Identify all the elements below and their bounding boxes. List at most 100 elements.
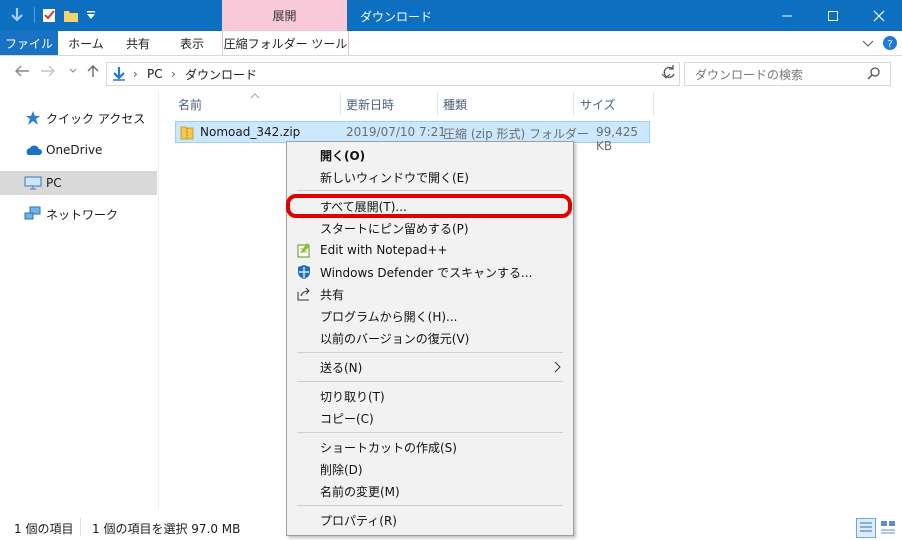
search-input[interactable]: ダウンロードの検索	[684, 62, 891, 86]
menu-label: 名前の変更(M)	[320, 484, 400, 499]
menu-separator	[297, 352, 563, 353]
column-type[interactable]: 種類	[443, 92, 467, 116]
menu-label: スタートにピン留めする(P)	[320, 221, 469, 236]
column-divider[interactable]	[653, 92, 654, 116]
menu-send-to[interactable]: 送る(N)	[287, 356, 573, 378]
file-type: 圧縮 (zip 形式) フォルダー	[443, 127, 590, 141]
menu-create-shortcut[interactable]: ショートカットの作成(S)	[287, 436, 573, 458]
nav-label: クイック アクセス	[46, 111, 146, 126]
pane-divider[interactable]	[158, 90, 159, 510]
column-size[interactable]: サイズ	[580, 92, 616, 116]
status-divider	[80, 518, 81, 536]
downloads-icon	[111, 66, 127, 85]
navigation-pane: クイック アクセス OneDrive PC ネットワーク	[0, 90, 158, 510]
window-title: ダウンロード	[360, 10, 433, 24]
close-button[interactable]	[856, 0, 902, 31]
file-size: 99,425 KB	[596, 125, 638, 153]
title-bar: 展開 ダウンロード	[0, 0, 902, 31]
share-icon	[295, 285, 313, 303]
file-modified: 2019/07/10 7:21	[346, 125, 446, 139]
up-arrow-icon[interactable]	[86, 64, 100, 82]
tab-share[interactable]: 共有	[114, 31, 162, 55]
menu-label: 切り取り(T)	[320, 389, 385, 404]
annotation-highlight-ring	[286, 194, 572, 218]
menu-label: 共有	[320, 287, 345, 302]
sort-ascending-icon	[250, 88, 260, 102]
menu-separator	[297, 190, 563, 191]
column-divider[interactable]	[573, 92, 574, 116]
file-name[interactable]: Nomoad_342.zip	[200, 125, 300, 139]
menu-label: 新しいウィンドウで開く(E)	[320, 170, 469, 185]
menu-label: プロパティ(R)	[320, 513, 397, 528]
item-count: 1 個の項目	[14, 522, 74, 536]
maximize-button[interactable]	[810, 0, 856, 31]
column-modified[interactable]: 更新日時	[346, 92, 394, 116]
menu-label: 送る(N)	[320, 360, 363, 375]
menu-rename[interactable]: 名前の変更(M)	[287, 480, 573, 502]
forward-arrow-icon[interactable]	[40, 64, 56, 82]
details-view-icon[interactable]	[856, 518, 876, 538]
cloud-icon	[24, 142, 42, 158]
network-icon	[24, 206, 42, 222]
address-bar[interactable]: › PC › ダウンロード	[106, 62, 680, 86]
tab-view[interactable]: 表示	[166, 31, 218, 55]
column-divider[interactable]	[437, 92, 438, 116]
column-name[interactable]: 名前	[178, 92, 202, 116]
menu-defender-scan[interactable]: Windows Defender でスキャンする...	[287, 261, 573, 283]
ribbon-tabs: ファイル ホーム 共有 表示 圧縮フォルダー ツール ?	[0, 31, 902, 56]
minimize-button[interactable]	[764, 0, 810, 31]
menu-label: 以前のバージョンの復元(V)	[320, 331, 470, 346]
svg-text:?: ?	[887, 39, 892, 50]
menu-label: 削除(D)	[320, 462, 363, 477]
menu-label: Edit with Notepad++	[320, 243, 448, 257]
menu-label: Windows Defender でスキャンする...	[320, 265, 533, 280]
windows-defender-icon	[295, 263, 313, 281]
zip-folder-icon	[180, 124, 194, 143]
properties-icon[interactable]	[40, 6, 58, 24]
file-row-selected[interactable]: Nomoad_342.zip 2019/07/10 7:21 圧縮 (zip 形…	[175, 121, 650, 153]
submenu-arrow-icon	[553, 361, 561, 376]
nav-quick-access[interactable]: クイック アクセス	[0, 106, 157, 130]
menu-separator	[297, 432, 563, 433]
nav-label: ネットワーク	[46, 207, 119, 222]
separator	[32, 6, 36, 24]
tab-compressed-folder-tools[interactable]: 圧縮フォルダー ツール	[222, 31, 349, 55]
menu-open[interactable]: 開く(O)	[287, 144, 573, 166]
menu-copy[interactable]: コピー(C)	[287, 407, 573, 429]
menu-label: ショートカットの作成(S)	[320, 440, 457, 455]
large-icons-view-icon[interactable]	[880, 519, 896, 538]
address-row: › PC › ダウンロード ダウンロードの検索	[0, 56, 902, 90]
menu-restore-previous-versions[interactable]: 以前のバージョンの復元(V)	[287, 327, 573, 349]
breadcrumb-separator-icon: ›	[133, 67, 138, 81]
menu-separator	[297, 381, 563, 382]
new-folder-icon[interactable]	[62, 6, 80, 24]
menu-edit-notepadpp[interactable]: Edit with Notepad++	[287, 239, 573, 261]
menu-pin-to-start[interactable]: スタートにピン留めする(P)	[287, 217, 573, 239]
nav-onedrive[interactable]: OneDrive	[0, 138, 157, 162]
menu-delete[interactable]: 削除(D)	[287, 458, 573, 480]
menu-cut[interactable]: 切り取り(T)	[287, 385, 573, 407]
menu-label: 開く(O)	[320, 148, 366, 163]
nav-label: OneDrive	[46, 143, 103, 157]
menu-share[interactable]: 共有	[287, 283, 573, 305]
refresh-icon[interactable]	[662, 64, 676, 83]
nav-label: PC	[46, 176, 62, 190]
star-icon	[24, 110, 42, 126]
nav-pc[interactable]: PC	[0, 171, 157, 195]
contextual-tab-extract[interactable]: 展開	[222, 0, 347, 31]
help-icon[interactable]: ?	[882, 35, 898, 54]
menu-open-new-window[interactable]: 新しいウィンドウで開く(E)	[287, 166, 573, 188]
ribbon-expand-icon[interactable]	[862, 37, 874, 51]
menu-properties[interactable]: プロパティ(R)	[287, 509, 573, 531]
customize-quick-access-icon[interactable]	[84, 6, 98, 24]
nav-network[interactable]: ネットワーク	[0, 202, 157, 226]
tab-home[interactable]: ホーム	[62, 31, 110, 55]
menu-open-with[interactable]: プログラムから開く(H)...	[287, 305, 573, 327]
recent-locations-icon[interactable]	[68, 64, 78, 82]
tab-file[interactable]: ファイル	[0, 31, 58, 55]
menu-label: コピー(C)	[320, 411, 374, 426]
breadcrumb-downloads[interactable]: ダウンロード	[185, 66, 257, 83]
breadcrumb-pc[interactable]: PC	[147, 67, 163, 81]
column-divider[interactable]	[340, 92, 341, 116]
back-arrow-icon[interactable]	[14, 64, 30, 82]
